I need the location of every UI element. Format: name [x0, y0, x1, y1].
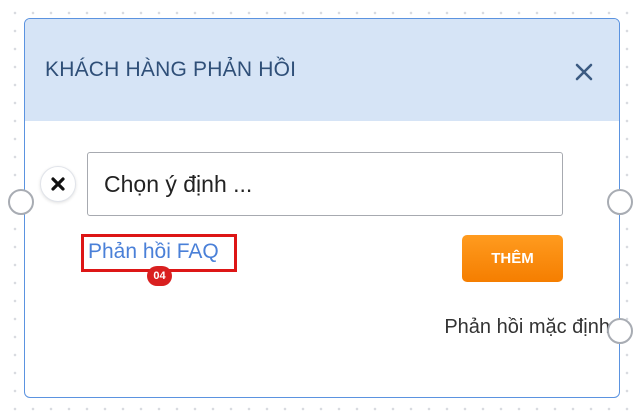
add-button[interactable]: THÊM: [462, 235, 563, 282]
default-output-connector[interactable]: [607, 318, 633, 344]
node-title: KHÁCH HÀNG PHẢN HỒI: [45, 58, 297, 81]
close-button[interactable]: [571, 59, 597, 85]
close-icon: [575, 63, 593, 81]
intent-output-connector[interactable]: [607, 189, 633, 215]
default-response-label: Phản hồi mặc định: [444, 316, 610, 338]
node-header: KHÁCH HÀNG PHẢN HỒI: [25, 19, 619, 121]
step-badge: 04: [147, 266, 172, 286]
input-connector[interactable]: [8, 189, 34, 215]
remove-x-icon: [51, 177, 65, 191]
remove-intent-button[interactable]: [40, 166, 76, 202]
intent-select-input[interactable]: [87, 152, 563, 216]
faq-response-link[interactable]: Phản hồi FAQ: [88, 240, 219, 264]
